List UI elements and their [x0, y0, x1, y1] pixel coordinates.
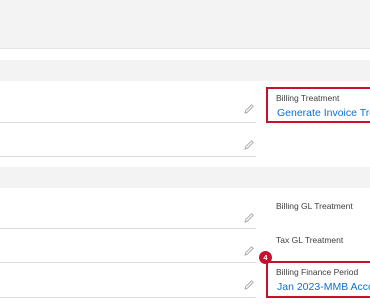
field-row-4 — [0, 229, 256, 263]
field-row-1 — [0, 81, 256, 123]
field-row-3 — [0, 188, 256, 229]
billing-treatment-value-link[interactable]: Generate Invoice Treat — [277, 107, 370, 119]
edit-pencil-icon[interactable] — [243, 245, 255, 257]
section-header-2 — [0, 167, 370, 188]
billing-finance-period-value-link[interactable]: Jan 2023-MMB Accou — [277, 281, 370, 293]
step-number-badge: 4 — [259, 251, 272, 264]
page-header-band — [0, 0, 370, 49]
edit-pencil-icon[interactable] — [243, 279, 255, 291]
billing-finance-period-label: Billing Finance Period — [276, 267, 359, 277]
edit-pencil-icon[interactable] — [243, 212, 255, 224]
field-row-2 — [0, 123, 256, 157]
billing-gl-treatment-label: Billing GL Treatment — [276, 201, 353, 211]
section-header-1 — [0, 60, 370, 81]
billing-treatment-label: Billing Treatment — [276, 93, 340, 103]
edit-pencil-icon[interactable] — [243, 139, 255, 151]
tax-gl-treatment-label: Tax GL Treatment — [276, 235, 344, 245]
edit-pencil-icon[interactable] — [243, 103, 255, 115]
field-row-5 — [0, 263, 256, 298]
